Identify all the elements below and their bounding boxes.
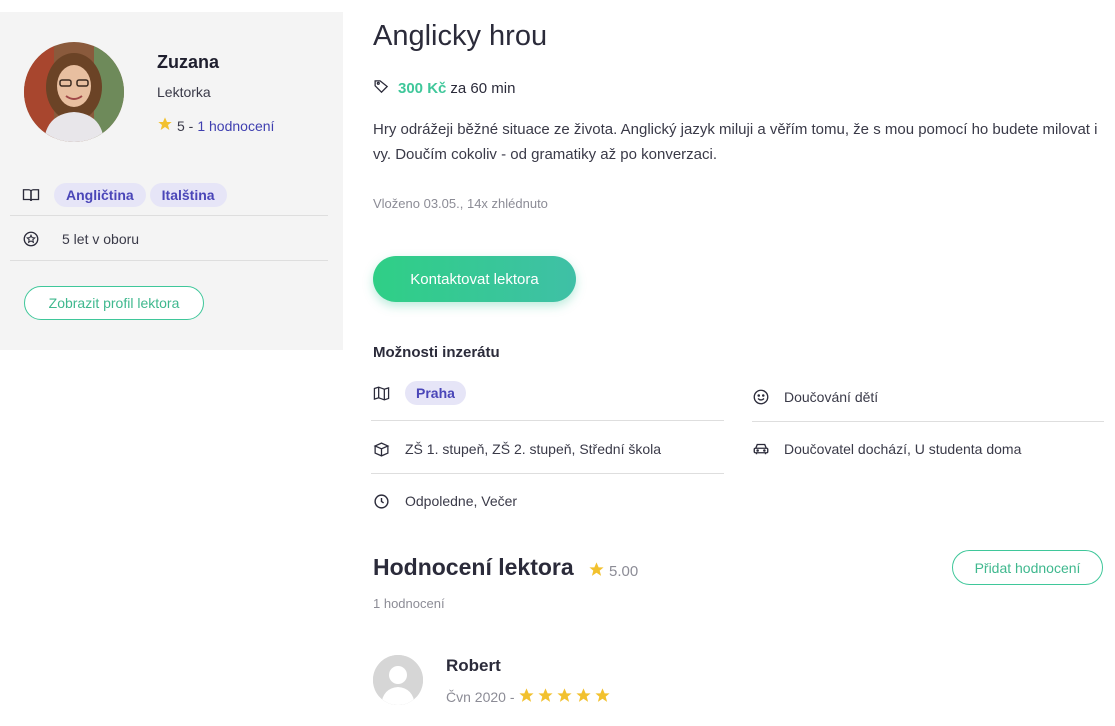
option-location: Praha (373, 380, 466, 406)
time-text: Odpoledne, Večer (405, 493, 518, 509)
star-icon (157, 116, 173, 135)
tutor-card: Zuzana Lektorka 5 - 1 hodnocení Angličti… (0, 12, 343, 350)
options-title: Možnosti inzerátu (373, 344, 500, 361)
reviewer-avatar (373, 655, 423, 705)
reviews-score: 5.00 (588, 561, 638, 582)
reviewer-name: Robert (446, 656, 501, 675)
contact-tutor-button[interactable]: Kontaktovat lektora (373, 256, 576, 302)
location-tag[interactable]: Praha (405, 381, 466, 405)
price-row: 300 Kč za 60 min (373, 78, 515, 99)
place-text: Doučovatel dochází, U studenta doma (784, 441, 1022, 457)
star-icon (556, 687, 573, 707)
reviews-count: 1 hodnocení (373, 596, 445, 611)
price-value: 300 Kč (398, 80, 447, 97)
box-icon (373, 441, 405, 458)
star-icon (594, 687, 611, 707)
star-icon (518, 687, 535, 707)
tutor-rating-link[interactable]: 1 hodnocení (197, 118, 274, 134)
option-children: Doučování dětí (752, 387, 878, 407)
option-place: Doučovatel dochází, U studenta doma (752, 439, 1021, 459)
review-date: Čvn 2020 - (446, 689, 515, 705)
option-levels: ZŠ 1. stupeň, ZŠ 2. stupeň, Střední škol… (373, 439, 661, 459)
view-profile-button[interactable]: Zobrazit profil lektora (24, 286, 204, 320)
price-tag-icon (373, 78, 390, 99)
book-icon (10, 186, 54, 204)
review-stars (518, 687, 611, 707)
experience-text: 5 let v oboru (62, 231, 140, 247)
tutor-role: Lektorka (157, 84, 211, 100)
tutor-rating: 5 - 1 hodnocení (157, 116, 274, 135)
clock-icon (373, 493, 405, 510)
star-icon (575, 687, 592, 707)
add-review-button[interactable]: Přidat hodnocení (952, 550, 1103, 585)
reviews-score-value: 5.00 (609, 563, 639, 580)
review-meta: Čvn 2020 - (446, 687, 611, 707)
price-suffix: za 60 min (450, 80, 516, 97)
map-icon (373, 385, 405, 402)
language-tag[interactable]: Angličtina (54, 182, 146, 207)
car-icon (752, 440, 784, 458)
divider (371, 420, 724, 421)
language-tag[interactable]: Italština (149, 182, 227, 207)
experience-row: 5 let v oboru (10, 218, 328, 261)
star-icon (537, 687, 554, 707)
levels-text: ZŠ 1. stupeň, ZŠ 2. stupeň, Střední škol… (405, 441, 662, 457)
star-badge-icon (10, 230, 54, 248)
listing-title: Anglicky hrou (373, 20, 548, 52)
star-icon (588, 561, 605, 582)
tutor-rating-value: 5 - (177, 117, 194, 134)
listing-meta: Vloženo 03.05., 14x zhlédnuto (373, 196, 548, 211)
smiley-icon (752, 388, 784, 406)
languages-row: Angličtina Italština (10, 174, 328, 216)
option-time: Odpoledne, Večer (373, 491, 517, 511)
tutor-avatar[interactable] (24, 42, 124, 142)
listing-description: Hry odrážeji běžné situace ze života. An… (373, 121, 1098, 163)
tutor-name: Zuzana (157, 52, 220, 72)
children-text: Doučování dětí (784, 389, 879, 405)
divider (371, 473, 724, 474)
reviews-title: Hodnocení lektora (373, 554, 574, 580)
divider (752, 421, 1104, 422)
